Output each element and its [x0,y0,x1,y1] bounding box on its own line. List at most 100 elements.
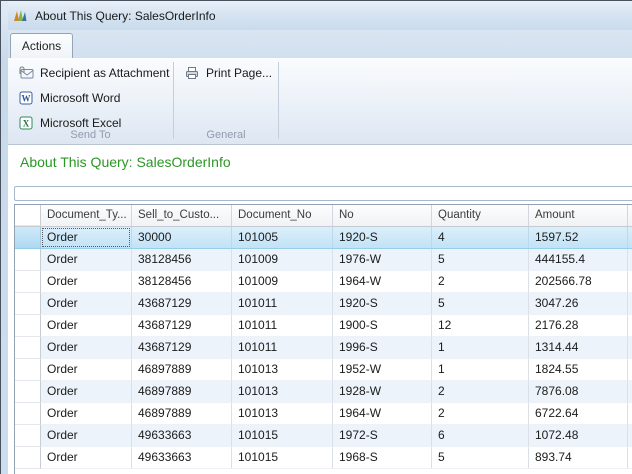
cell-sell_to_customer[interactable]: 43687129 [132,293,232,315]
row-selector[interactable] [15,359,41,381]
cell-amount[interactable]: 1824.55 [529,359,628,381]
column-header-quantity[interactable]: Quantity [432,205,529,226]
cell-document_type[interactable]: Order [41,381,132,403]
cell-no[interactable]: 1952-W [333,359,432,381]
cell-document_type[interactable]: Order [41,425,132,447]
row-selector[interactable] [15,249,41,271]
row-selector[interactable] [15,403,41,425]
cell-sell_to_customer[interactable]: 49633663 [132,447,232,469]
cell-quantity[interactable]: 2 [432,381,529,403]
table-row[interactable]: Order436871291010111900-S122176.28 [15,315,632,337]
cell-document_no[interactable]: 101009 [232,271,333,293]
cell-sell_to_customer[interactable]: 38128456 [132,271,232,293]
cell-quantity[interactable]: 1 [432,359,529,381]
cell-quantity[interactable]: 2 [432,403,529,425]
table-row[interactable]: Order496336631010151972-S61072.48 [15,425,632,447]
cell-quantity[interactable]: 2 [432,271,529,293]
cell-document_no[interactable]: 101011 [232,315,333,337]
cell-amount[interactable]: 893.74 [529,447,628,469]
filter-bar[interactable] [14,186,632,201]
row-selector[interactable] [15,293,41,315]
title-bar[interactable]: About This Query: SalesOrderInfo [1,1,632,30]
cell-document_type[interactable]: Order [41,403,132,425]
cell-sell_to_customer[interactable]: 46897889 [132,359,232,381]
cell-document_no[interactable]: 101011 [232,337,333,359]
cell-amount[interactable]: 1597.52 [529,227,628,248]
cell-quantity[interactable]: 6 [432,425,529,447]
cell-quantity[interactable]: 12 [432,315,529,337]
cell-quantity[interactable]: 5 [432,447,529,469]
tab-actions[interactable]: Actions [10,33,73,58]
cell-quantity[interactable]: 5 [432,293,529,315]
cell-sell_to_customer[interactable]: 46897889 [132,403,232,425]
cell-document_type[interactable]: Order [41,227,132,248]
cell-sell_to_customer[interactable]: 30000 [132,227,232,248]
recipient-as-attachment-button[interactable]: Recipient as Attachment [8,60,173,85]
cell-no[interactable]: 1968-S [333,447,432,469]
table-row[interactable]: Order496336631010151968-S5893.74 [15,447,632,469]
row-selector[interactable] [15,447,41,469]
cell-quantity[interactable]: 5 [432,249,529,271]
cell-sell_to_customer[interactable]: 38128456 [132,249,232,271]
column-header-no[interactable]: No [333,205,432,226]
cell-no[interactable]: 1996-S [333,337,432,359]
cell-amount[interactable]: 2176.28 [529,315,628,337]
cell-document_no[interactable]: 101013 [232,359,333,381]
cell-document_type[interactable]: Order [41,315,132,337]
row-selector[interactable] [15,315,41,337]
cell-document_no[interactable]: 101015 [232,447,333,469]
column-header-amount[interactable]: Amount [529,205,628,226]
cell-no[interactable]: 1920-S [333,293,432,315]
table-row[interactable]: Order468978891010131964-W26722.64 [15,403,632,425]
cell-amount[interactable]: 1072.48 [529,425,628,447]
cell-no[interactable]: 1900-S [333,315,432,337]
cell-amount[interactable]: 3047.26 [529,293,628,315]
cell-no[interactable]: 1964-W [333,403,432,425]
cell-document_type[interactable]: Order [41,293,132,315]
row-selector[interactable] [15,227,41,248]
cell-no[interactable]: 1964-W [333,271,432,293]
cell-sell_to_customer[interactable]: 49633663 [132,425,232,447]
cell-quantity[interactable]: 4 [432,227,529,248]
cell-document_type[interactable]: Order [41,447,132,469]
cell-amount[interactable]: 202566.78 [529,271,628,293]
table-row[interactable]: Order381284561010091976-W5444155.4 [15,249,632,271]
row-selector[interactable] [15,381,41,403]
cell-document_no[interactable]: 101009 [232,249,333,271]
cell-document_type[interactable]: Order [41,249,132,271]
cell-document_no[interactable]: 101005 [232,227,333,248]
cell-amount[interactable]: 7876.08 [529,381,628,403]
table-row[interactable]: Order381284561010091964-W2202566.78 [15,271,632,293]
cell-no[interactable]: 1976-W [333,249,432,271]
row-selector[interactable] [15,337,41,359]
cell-document_no[interactable]: 101015 [232,425,333,447]
select-all-cell[interactable] [15,205,41,226]
table-row[interactable]: Order436871291010111920-S53047.26 [15,293,632,315]
table-row[interactable]: Order468978891010131952-W11824.55 [15,359,632,381]
microsoft-word-button[interactable]: W Microsoft Word [8,85,173,110]
cell-sell_to_customer[interactable]: 46897889 [132,381,232,403]
row-selector[interactable] [15,271,41,293]
cell-document_no[interactable]: 101013 [232,403,333,425]
cell-document_type[interactable]: Order [41,271,132,293]
cell-sell_to_customer[interactable]: 43687129 [132,315,232,337]
cell-sell_to_customer[interactable]: 43687129 [132,337,232,359]
cell-quantity[interactable]: 1 [432,337,529,359]
table-row[interactable]: Order436871291010111996-S11314.44 [15,337,632,359]
column-header-document-type[interactable]: Document_Ty... [41,205,132,226]
cell-document_no[interactable]: 101013 [232,381,333,403]
table-row[interactable]: Order300001010051920-S41597.52 [15,227,632,249]
cell-no[interactable]: 1920-S [333,227,432,248]
print-page-button[interactable]: Print Page... [174,60,278,85]
cell-document_type[interactable]: Order [41,337,132,359]
cell-document_type[interactable]: Order [41,359,132,381]
row-selector[interactable] [15,425,41,447]
cell-amount[interactable]: 6722.64 [529,403,628,425]
cell-document_no[interactable]: 101011 [232,293,333,315]
cell-no[interactable]: 1972-S [333,425,432,447]
cell-amount[interactable]: 444155.4 [529,249,628,271]
table-row[interactable]: Order468978891010131928-W27876.08 [15,381,632,403]
cell-amount[interactable]: 1314.44 [529,337,628,359]
column-header-document-no[interactable]: Document_No [232,205,333,226]
cell-no[interactable]: 1928-W [333,381,432,403]
